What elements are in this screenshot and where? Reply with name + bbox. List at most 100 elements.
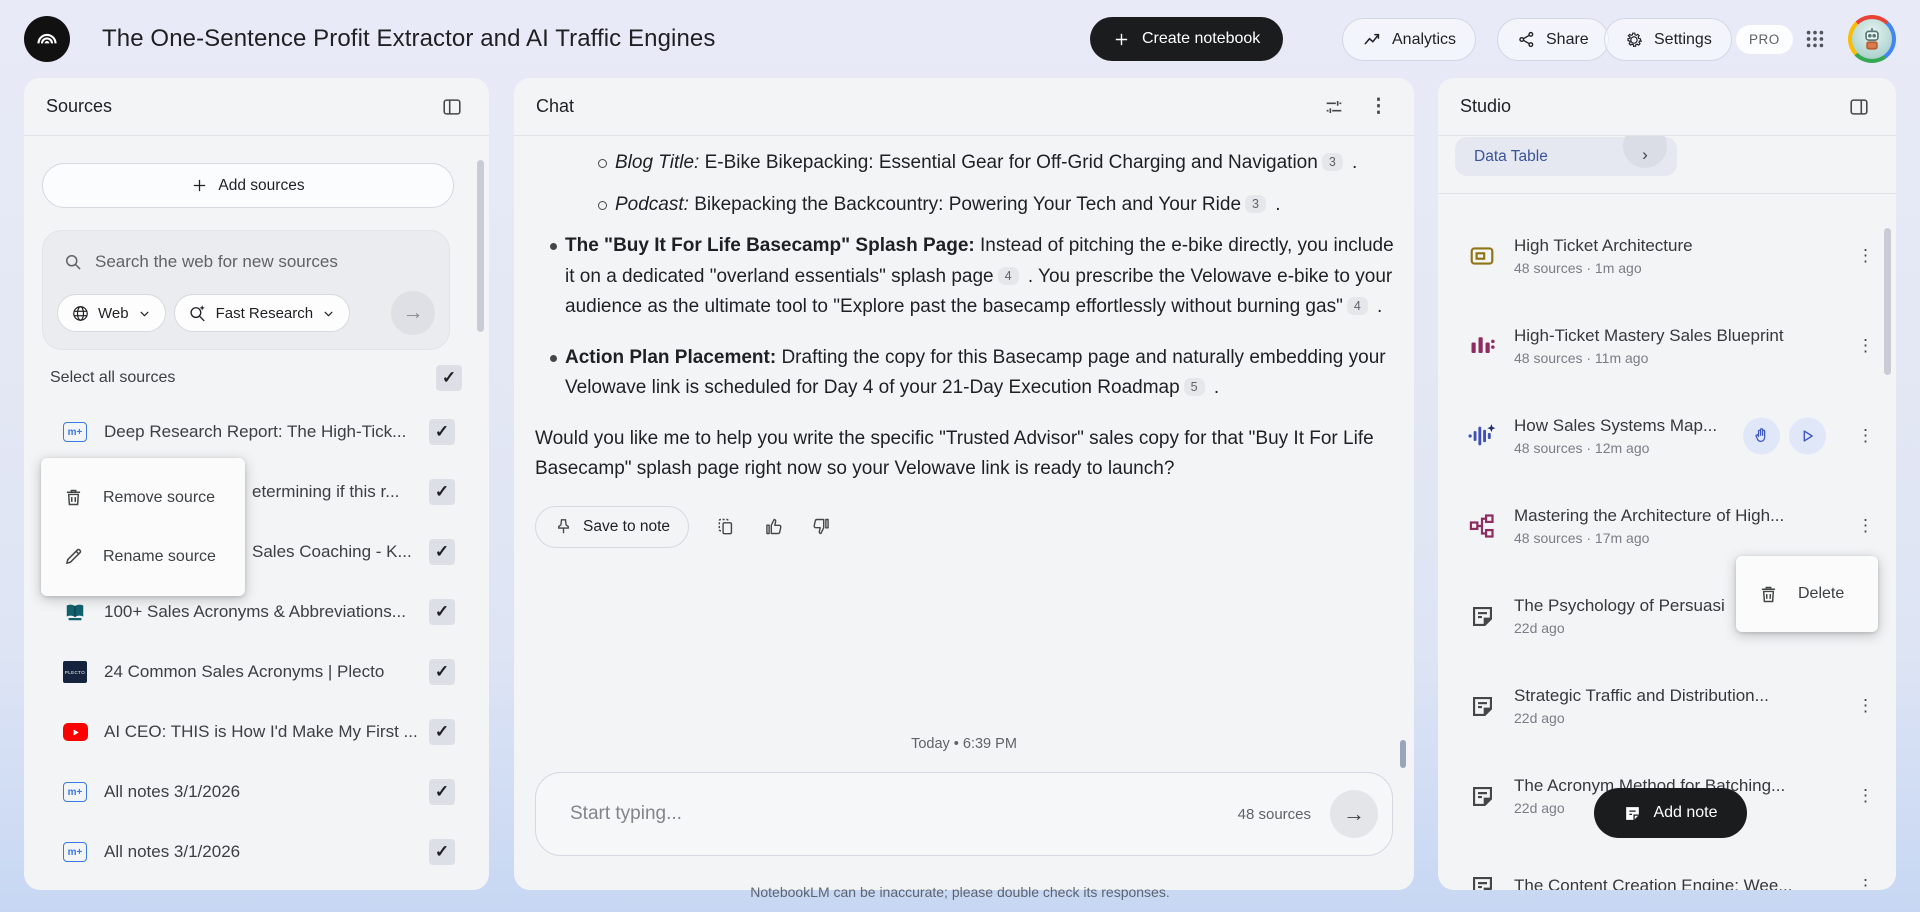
sales-playbook-favicon [66,604,84,621]
chat-response: Blog Title: E-Bike Bikepacking: Essentia… [535,148,1401,548]
studio-item-more-icon[interactable]: ⋮ [1857,696,1874,716]
studio-row[interactable]: High Ticket Architecture 48 sources · 1m … [1438,211,1896,301]
report-note-icon [1472,786,1492,806]
globe-icon [73,305,88,321]
report-note-icon [1472,606,1492,626]
chat-input-card: 48 sources → [535,772,1393,856]
trash-icon [66,489,81,506]
data-table-chip[interactable]: Data Table › [1455,136,1677,176]
studio-item-more-icon[interactable]: ⋮ [1857,426,1874,446]
studio-body: Data Table › High Ticket Architecture 48 … [1438,136,1896,890]
chat-panel-title: Chat [536,96,575,116]
source-checkbox[interactable]: ✓ [429,539,455,565]
chat-paragraph: Would you like me to help you write the … [535,427,1374,480]
note-icon [1626,806,1640,820]
source-checkbox[interactable]: ✓ [429,839,455,865]
source-checkbox[interactable]: ✓ [429,599,455,625]
source-row[interactable]: m+ All notes 3/1/2026 ✓ [24,762,489,822]
menu-item-rename-source[interactable]: Rename source [41,527,245,586]
play-audio-button[interactable] [1789,417,1826,455]
discover-sources-card: Web Fast Research → [42,230,450,350]
select-all-label: Select all sources [50,369,176,386]
source-label: All notes 3/1/2026 [104,782,241,801]
citation-badge[interactable]: 3 [1245,194,1266,213]
menu-item-remove-source[interactable]: Remove source [41,468,245,527]
studio-item-title: High Ticket Architecture [1514,236,1693,255]
sources-panel: Sources Add sources Web Fast Research → [24,78,489,890]
studio-row[interactable]: High-Ticket Mastery Sales Blueprint 48 so… [1438,301,1896,391]
web-filter-dropdown[interactable]: Web [57,294,166,332]
web-filter-label: Web [98,304,129,322]
youtube-icon [62,723,88,741]
studio-scrollbar[interactable] [1884,228,1891,375]
menu-item-delete[interactable]: Delete [1736,564,1878,624]
flashcards-icon [1470,247,1494,265]
source-checkbox[interactable]: ✓ [429,779,455,805]
select-all-row: Select all sources ✓ [50,364,462,392]
copy-response-button[interactable] [716,517,736,537]
studio-item-title: Strategic Traffic and Distribution... [1514,686,1769,705]
save-to-note-button[interactable]: Save to note [535,505,690,548]
google-apps-icon[interactable] [1800,24,1830,54]
collapse-sources-panel-icon[interactable] [437,92,467,122]
research-sparkle-icon [189,305,205,322]
studio-row[interactable]: How Sales Systems Map... 48 sources · 12m… [1438,391,1896,481]
citation-badge[interactable]: 3 [1321,153,1343,171]
settings-button[interactable]: Settings [1604,18,1732,61]
report-note-icon [1472,696,1492,716]
source-checkbox[interactable]: ✓ [429,419,455,445]
citation-badge[interactable]: 4 [1346,297,1368,315]
add-note-button[interactable]: Add note [1594,788,1747,838]
notebooklm-logo-icon[interactable] [24,16,70,62]
mind-map-icon [1469,514,1494,538]
studio-row[interactable]: Strategic Traffic and Distribution... 22d… [1438,661,1896,751]
chat-input[interactable] [570,803,1238,825]
interactive-mode-button[interactable] [1743,417,1780,455]
plus-icon [1115,33,1128,45]
source-row[interactable]: m+ All notes 3/1/2026 ✓ [24,822,489,882]
chat-more-options-icon[interactable]: ⋮ [1365,91,1392,122]
account-avatar[interactable] [1848,15,1896,63]
source-row[interactable]: AI CEO: THIS is How I'd Make My First ..… [24,702,489,762]
bar-chart-icon [1471,337,1495,353]
search-web-input[interactable] [95,252,425,272]
chat-source-count: 48 sources [1237,805,1311,823]
studio-item-more-icon[interactable]: ⋮ [1857,516,1874,536]
notebook-title[interactable]: The One-Sentence Profit Extractor and AI… [102,0,715,78]
create-notebook-button[interactable]: Create notebook [1090,17,1284,61]
studio-item-more-icon[interactable]: ⋮ [1857,336,1874,356]
research-mode-dropdown[interactable]: Fast Research [173,294,351,332]
source-checkbox[interactable]: ✓ [429,479,455,505]
source-checkbox[interactable]: ✓ [429,659,455,685]
send-message-button[interactable]: → [1330,790,1378,838]
collapse-studio-panel-icon[interactable] [1844,92,1874,122]
select-all-checkbox[interactable]: ✓ [436,365,462,391]
source-row[interactable]: m+ Deep Research Report: The High-Tick...… [24,402,489,462]
source-row[interactable]: PLECTO 24 Common Sales Acronyms | Plecto ✓ [24,642,489,702]
share-button[interactable]: Share [1497,18,1609,61]
copy-icon [718,518,733,534]
source-checkbox[interactable]: ✓ [429,719,455,745]
studio-row[interactable]: The Content Creation Engine: Wee... ⋮ [1438,841,1896,890]
chat-scrollbar[interactable] [1400,740,1406,768]
studio-item-more-icon[interactable]: ⋮ [1857,786,1874,806]
source-context-menu: Remove source Rename source [41,458,245,596]
pencil-icon [65,548,82,565]
chevron-down-icon [324,311,333,316]
chat-settings-icon[interactable] [1319,92,1349,122]
share-icon [1519,31,1534,48]
chat-panel: Chat ⋮ Blog Title: E-Bike Bikepacking: E… [514,78,1414,890]
add-sources-button[interactable]: Add sources [42,163,454,208]
search-submit-button[interactable]: → [391,291,435,335]
citation-badge[interactable]: 4 [997,266,1019,285]
source-label: Sales Coaching - K... [252,542,412,561]
studio-item-more-icon[interactable]: ⋮ [1857,246,1874,266]
thumbs-down-button[interactable] [811,516,832,537]
add-sources-label: Add sources [218,176,305,194]
sources-scrollbar[interactable] [477,160,484,332]
thumbs-up-button[interactable] [763,516,784,537]
avatar-robot-image [1852,19,1892,59]
citation-badge[interactable]: 5 [1183,378,1205,396]
analytics-button[interactable]: Analytics [1342,18,1477,61]
chip-expand-icon[interactable]: › [1623,136,1667,168]
